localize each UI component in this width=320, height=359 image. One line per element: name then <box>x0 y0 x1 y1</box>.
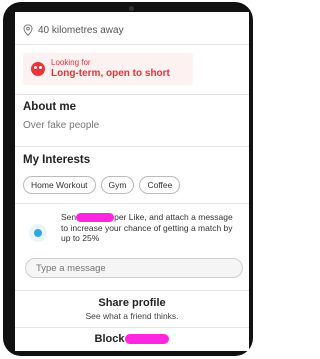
interest-chip: Home Workout <box>23 176 96 194</box>
about-section: About me Over fake people <box>15 101 249 131</box>
interests-section: My Interests Home Workout Gym Coffee <box>15 154 249 194</box>
divider <box>15 290 249 291</box>
distance-row: 40 kilometres away <box>15 20 249 40</box>
redacted-block <box>76 213 115 223</box>
divider <box>15 44 249 45</box>
distance-text: 40 kilometres away <box>38 24 124 36</box>
interest-chip: Coffee <box>139 176 181 194</box>
looking-for-label: Looking for <box>51 58 91 67</box>
looking-for-value: Long-term, open to short <box>51 68 170 79</box>
message-input[interactable] <box>25 258 243 278</box>
location-pin-icon <box>23 24 33 36</box>
tablet-frame: 40 kilometres away Looking for Long-term… <box>3 2 253 356</box>
camera-dot <box>129 6 134 11</box>
divider <box>15 203 249 204</box>
profile-screen: 40 kilometres away Looking for Long-term… <box>15 12 249 351</box>
about-text: Over fake people <box>23 120 100 131</box>
heart-eyes-emoji-icon <box>31 62 45 76</box>
looking-for-card: Looking for Long-term, open to short <box>23 53 193 85</box>
super-like-icon[interactable] <box>29 224 47 242</box>
redacted-block <box>125 334 170 345</box>
interests-list: Home Workout Gym Coffee <box>15 176 249 194</box>
super-like-promo: Sen per Like, and attach a message to inc… <box>61 212 241 244</box>
interests-title: My Interests <box>23 154 91 166</box>
block-label: Block <box>94 333 125 345</box>
divider <box>15 94 249 95</box>
interest-chip: Gym <box>100 176 135 194</box>
share-profile-subtitle: See what a friend thinks. <box>85 311 179 321</box>
about-title: About me <box>23 101 77 113</box>
divider <box>15 327 249 328</box>
divider <box>15 146 249 147</box>
block-button[interactable]: Block <box>15 333 249 345</box>
share-profile-button[interactable]: Share profile <box>15 297 249 309</box>
promo-text-start: Sen <box>61 212 77 222</box>
